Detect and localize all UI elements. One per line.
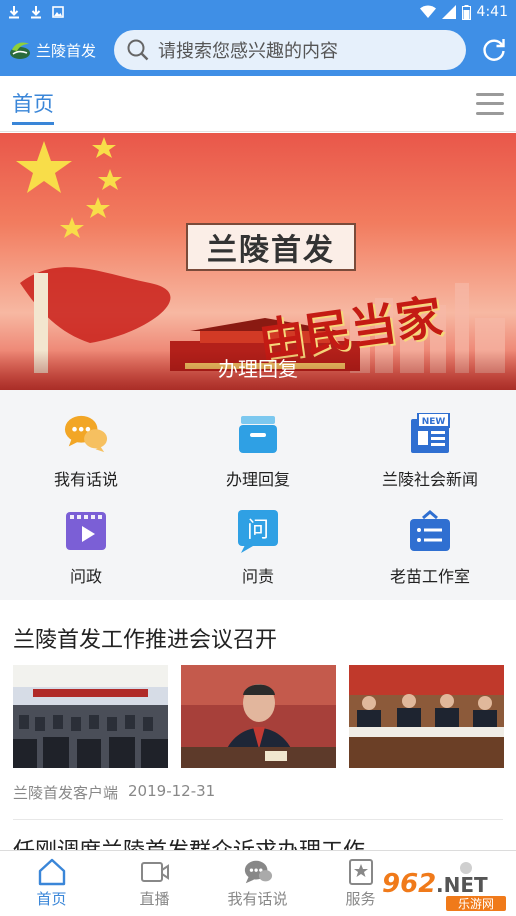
banner-caption: 办理回复 <box>218 357 298 381</box>
svg-text:问: 问 <box>247 518 269 543</box>
clock: 4:41 <box>476 4 508 20</box>
nav-label: 直播 <box>139 890 170 908</box>
menu-line <box>476 92 504 96</box>
conference-table-photo <box>349 665 504 768</box>
grid-label: 兰陵社会新闻 <box>381 470 478 489</box>
menu-button[interactable] <box>476 92 504 115</box>
grid-item-speak[interactable]: 我有话说 <box>0 400 172 497</box>
grid-item-wenzheng[interactable]: 问政 <box>0 497 172 594</box>
battery-icon <box>461 4 471 20</box>
app-name: 兰陵首发 <box>36 41 97 60</box>
news-item-title[interactable]: 兰陵首发工作推进会议召开 <box>13 622 277 654</box>
search-input[interactable]: 请搜索您感兴趣的内容 <box>114 30 466 70</box>
banner-title: 兰陵首发 <box>207 233 335 268</box>
image-notification-icon <box>52 6 64 18</box>
banner-title-box: 兰陵首发 <box>186 223 356 271</box>
banner-carousel[interactable]: 兰陵首发 由民当家 办理回复 <box>0 133 516 390</box>
svg-text:NEW: NEW <box>422 417 446 427</box>
news-meta: 兰陵首发客户端 2019-12-31 <box>13 782 215 803</box>
svg-text:.NET: .NET <box>436 873 488 897</box>
svg-text:乐游网: 乐游网 <box>458 897 494 911</box>
news-thumbnail[interactable] <box>181 665 336 768</box>
news-feed: 兰陵首发工作推进会议召开 兰陵首发客户端 2019-12-31 任刚调度兰陵首发… <box>0 600 516 852</box>
briefcase-list-icon <box>410 510 450 551</box>
status-bar: 4:41 <box>0 0 516 24</box>
nav-speak[interactable]: 我有话说 <box>206 851 309 916</box>
refresh-icon <box>483 39 505 61</box>
nav-label: 首页 <box>36 890 67 908</box>
news-date: 2019-12-31 <box>128 782 216 800</box>
grid-item-studio[interactable]: 老苗工作室 <box>344 497 516 594</box>
feature-grid: 我有话说 办理回复 NEW 兰陵社会新闻 问政 问 问责 老苗工作室 <box>0 390 516 600</box>
home-icon <box>38 858 65 886</box>
signal-icon <box>441 5 456 19</box>
question-bubble-icon: 问 <box>238 510 278 553</box>
nav-live[interactable]: 直播 <box>103 851 206 916</box>
grid-label: 我有话说 <box>53 470 118 489</box>
grid-label: 办理回复 <box>225 470 290 489</box>
divider <box>13 819 503 820</box>
chat-bubbles-icon <box>64 415 108 453</box>
menu-line <box>476 111 504 115</box>
video-camera-icon <box>140 862 169 882</box>
nav-label: 我有话说 <box>227 890 288 908</box>
video-play-icon <box>66 512 106 550</box>
reply-box-icon <box>239 416 277 453</box>
download-icon <box>9 6 19 19</box>
grid-item-news[interactable]: NEW 兰陵社会新闻 <box>344 400 516 497</box>
meeting-hall-photo <box>13 665 168 768</box>
grid-label: 老苗工作室 <box>389 567 470 586</box>
search-placeholder: 请搜索您感兴趣的内容 <box>158 41 338 62</box>
speaker-photo <box>181 665 336 768</box>
chat-icon <box>244 860 272 884</box>
watermark-logo: 962 .NET 乐游网 <box>382 862 506 911</box>
app-logo: 兰陵首发 <box>8 38 108 62</box>
news-source: 兰陵首发客户端 <box>13 784 119 802</box>
download-icon <box>31 6 41 19</box>
news-thumbnails[interactable] <box>13 665 504 768</box>
newspaper-icon: NEW <box>411 413 450 453</box>
flag-stars <box>16 137 122 238</box>
logo-mark-icon <box>10 42 30 59</box>
refresh-button[interactable] <box>480 36 508 64</box>
nav-home[interactable]: 首页 <box>0 851 103 916</box>
nav-label: 服务 <box>345 890 376 908</box>
tab-home[interactable]: 首页 <box>12 88 54 125</box>
news-thumbnail[interactable] <box>13 665 168 768</box>
star-doc-icon <box>348 859 373 885</box>
app-header: 兰陵首发 请搜索您感兴趣的内容 <box>0 24 516 76</box>
menu-line <box>476 102 504 105</box>
wifi-icon <box>419 5 436 18</box>
news-thumbnail[interactable] <box>349 665 504 768</box>
grid-label: 问政 <box>69 567 102 586</box>
channel-tab-bar: 首页 <box>0 76 516 132</box>
grid-item-wenze[interactable]: 问 问责 <box>172 497 344 594</box>
grid-label: 问责 <box>241 567 274 586</box>
grid-item-reply[interactable]: 办理回复 <box>172 400 344 497</box>
search-icon <box>127 39 149 61</box>
svg-text:962: 962 <box>382 869 436 899</box>
